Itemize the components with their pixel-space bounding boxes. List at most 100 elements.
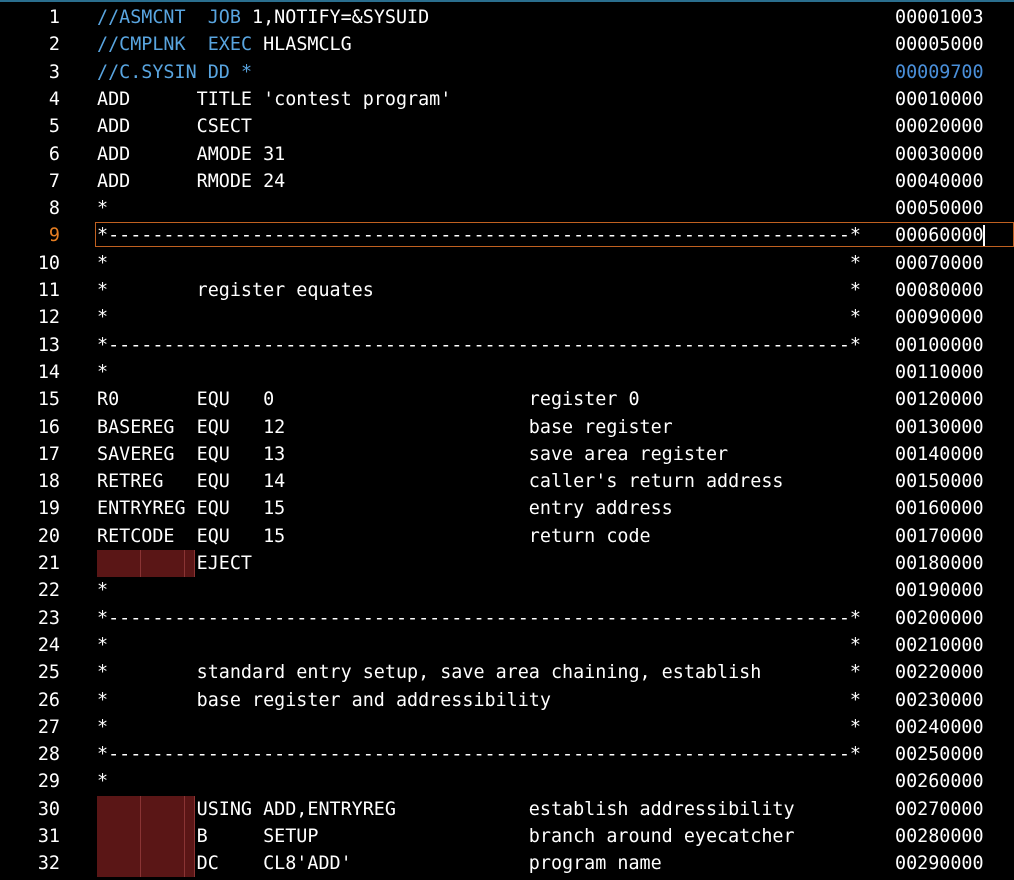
editor-line[interactable]: 9 *--------------------------------------… (0, 222, 1014, 249)
code-text[interactable]: ADD TITLE 'contest program' (97, 86, 451, 113)
sequence-number: 00030000 (895, 143, 984, 165)
sequence-number: 00180000 (895, 553, 984, 574)
sequence-number: 00001003 (895, 7, 984, 28)
editor-line[interactable]: 29 * 00260000 (0, 768, 1014, 795)
code-text[interactable]: SAVEREG EQU 13 save area register (97, 441, 728, 468)
editor-line[interactable]: 15 R0 EQU 0 register 0 00120000 (0, 386, 1014, 413)
line-number: 15 (37, 389, 60, 411)
editor-line[interactable]: 24 * * 00210000 (0, 632, 1014, 659)
sequence-number: 00190000 (895, 580, 984, 602)
code-text[interactable]: * (97, 577, 108, 604)
editor-line[interactable]: 26 * base register and addressibility * 00… (0, 687, 1014, 714)
editor-line[interactable]: 3 //C.SYSIN DD * 00009700 (0, 59, 1014, 86)
editor-line[interactable]: 11 * register equates * 00080000 (0, 277, 1014, 304)
editor-line[interactable]: 21 EJECT 00180000 (0, 550, 1014, 577)
code-text[interactable]: B SETUP branch around eyecatcher (97, 823, 795, 850)
editor-line[interactable]: 12 * * 00090000 (0, 304, 1014, 331)
editor-line[interactable]: 25 * standard entry setup, save area chai… (0, 659, 1014, 686)
code-text[interactable]: * register equates * (97, 277, 861, 304)
code-text[interactable]: *---------------------------------------… (97, 222, 861, 249)
code-text[interactable]: * * (97, 250, 861, 277)
editor-line[interactable]: 17 SAVEREG EQU 13 save area register 00140… (0, 441, 1014, 468)
sequence-number: 00020000 (895, 116, 984, 138)
editor-line[interactable]: 30 USING ADD,ENTRYREG establish addressi… (0, 795, 1014, 823)
code-text[interactable]: RETCODE EQU 15 return code (97, 523, 651, 550)
editor-line[interactable]: 5 ADD CSECT 00020000 (0, 113, 1014, 140)
sequence-number: 00230000 (895, 689, 984, 711)
code-text[interactable]: * (97, 768, 108, 795)
editor-line[interactable]: 18 RETREG EQU 14 caller's return address 0… (0, 468, 1014, 495)
code-text[interactable]: ADD RMODE 24 (97, 168, 285, 195)
sequence-number: 00220000 (895, 662, 984, 684)
editor-line[interactable]: 31 B SETUP branch around eyecatcher 00280… (0, 823, 1014, 850)
editor-line[interactable]: 32 DC CL8'ADD' program name 00290000 (0, 850, 1014, 878)
code-text[interactable]: USING ADD,ENTRYREG establish addressibil… (97, 796, 795, 823)
editor-line[interactable]: 19 ENTRYREG EQU 15 entry address 00160000 (0, 495, 1014, 522)
line-number: 19 (37, 498, 60, 520)
code-text[interactable]: //C.SYSIN DD * (97, 59, 252, 86)
sequence-number: 00130000 (895, 416, 984, 438)
sequence-number: 00060000 (895, 225, 984, 247)
code-text[interactable]: ENTRYREG EQU 15 entry address (97, 495, 673, 522)
sequence-number: 00260000 (895, 771, 984, 793)
code-text[interactable]: *---------------------------------------… (97, 332, 861, 359)
editor-line[interactable]: 22 * 00190000 (0, 577, 1014, 604)
code-text[interactable]: ADD AMODE 31 (97, 141, 285, 168)
code-text[interactable]: //ASMCNT JOB 1,NOTIFY=&SYSUID (97, 4, 429, 31)
code-text[interactable]: EJECT (97, 550, 252, 577)
line-number: 13 (37, 334, 60, 356)
editor-line[interactable]: 27 * * 00240000 (0, 714, 1014, 741)
code-text[interactable]: * * (97, 632, 861, 659)
sequence-number: 00290000 (895, 853, 984, 875)
code-text[interactable]: *---------------------------------------… (97, 741, 861, 768)
editor-line[interactable]: 14 * 00110000 (0, 359, 1014, 386)
editor-line[interactable]: 2 //CMPLNK EXEC HLASMCLG 00005000 (0, 31, 1014, 58)
editor-line[interactable]: 10 * * 00070000 (0, 250, 1014, 277)
code-text[interactable]: * * (97, 304, 861, 331)
line-number: 30 (37, 798, 60, 820)
code-editor[interactable]: 1 //ASMCNT JOB 1,NOTIFY=&SYSUID 00001003 2 /… (0, 0, 1014, 880)
code-text[interactable]: *---------------------------------------… (97, 605, 861, 632)
sequence-number: 00070000 (895, 252, 984, 274)
editor-line[interactable]: 28 *-------------------------------------… (0, 741, 1014, 768)
code-text[interactable]: RETREG EQU 14 caller's return address (97, 468, 783, 495)
code-text[interactable]: * standard entry setup, save area chaini… (97, 659, 861, 686)
line-number: 32 (37, 853, 60, 875)
line-number: 21 (37, 553, 60, 574)
sequence-number: 00160000 (895, 498, 984, 520)
editor-line[interactable]: 13 *-------------------------------------… (0, 332, 1014, 359)
sequence-number: 00280000 (895, 826, 984, 847)
code-text[interactable]: * base register and addressibility * (97, 687, 861, 714)
editor-line[interactable]: 7 ADD RMODE 24 00040000 (0, 168, 1014, 195)
code-text[interactable]: * * (97, 714, 861, 741)
editor-line[interactable]: 1 //ASMCNT JOB 1,NOTIFY=&SYSUID 00001003 (0, 4, 1014, 31)
code-text[interactable]: R0 EQU 0 register 0 (97, 386, 640, 413)
line-number: 4 (48, 88, 60, 110)
editor-line[interactable]: 20 RETCODE EQU 15 return code 00170000 (0, 523, 1014, 550)
line-number: 7 (48, 170, 60, 192)
editor-line[interactable]: 6 ADD AMODE 31 00030000 (0, 141, 1014, 168)
line-number: 5 (48, 116, 60, 138)
line-number: 11 (37, 280, 60, 301)
code-text[interactable]: * (97, 195, 108, 222)
code-text[interactable]: //CMPLNK EXEC HLASMCLG (97, 31, 352, 58)
line-number: 24 (37, 634, 60, 656)
sequence-number: 00040000 (895, 170, 984, 192)
sequence-number: 00210000 (895, 634, 984, 656)
sequence-number: 00120000 (895, 389, 984, 411)
line-number: 31 (37, 826, 60, 847)
code-text[interactable]: * (97, 359, 108, 386)
line-number: 16 (37, 416, 60, 438)
editor-line[interactable]: 16 BASEREG EQU 12 base register 00130000 (0, 414, 1014, 441)
editor-line[interactable]: 4 ADD TITLE 'contest program' 00010000 (0, 86, 1014, 113)
code-text[interactable]: BASEREG EQU 12 base register (97, 414, 673, 441)
sequence-number: 00110000 (895, 361, 984, 383)
code-text[interactable]: DC CL8'ADD' program name (97, 850, 662, 877)
editor-line[interactable]: 23 *-------------------------------------… (0, 605, 1014, 632)
editor-line[interactable]: 8 * 00050000 (0, 195, 1014, 222)
code-text[interactable]: ADD CSECT (97, 113, 252, 140)
line-number: 6 (48, 143, 60, 165)
line-number: 27 (37, 716, 60, 738)
line-number: 23 (37, 607, 60, 629)
sequence-number: 00005000 (895, 34, 984, 56)
